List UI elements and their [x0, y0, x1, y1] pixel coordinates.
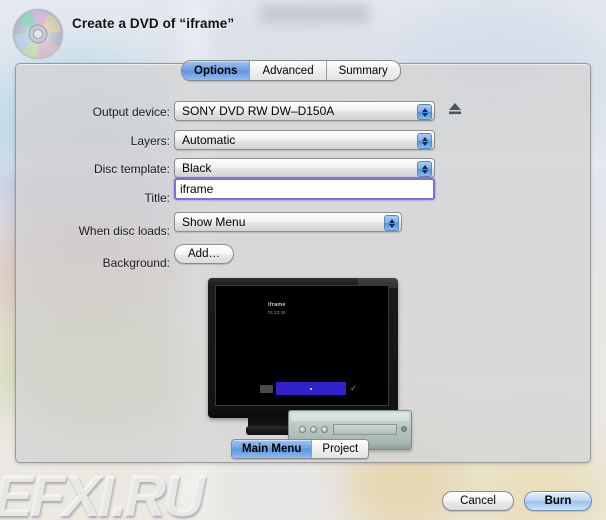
title-field[interactable] [174, 178, 435, 200]
check-icon: ✓ [350, 384, 357, 393]
output-device-label: Output device: [92, 105, 170, 119]
layers-value: Automatic [182, 133, 236, 147]
background-label: Background: [102, 256, 170, 270]
player-buttons [299, 426, 328, 433]
disc-template-label: Disc template: [93, 162, 170, 176]
preview-selected-menu-item [276, 382, 346, 395]
output-device-popup[interactable]: SONY DVD RW DW–D150A [174, 101, 435, 121]
dvd-disc-icon [12, 8, 64, 60]
sheet-footer: Cancel Burn [442, 491, 592, 511]
background-label-wrap: Background: [60, 253, 170, 273]
tv-preview: iframe 01:23:45 ✓ [208, 278, 398, 418]
burn-button[interactable]: Burn [524, 491, 592, 511]
when-disc-loads-popup[interactable]: Show Menu [174, 212, 402, 232]
layers-popup[interactable]: Automatic [174, 130, 435, 150]
cancel-button[interactable]: Cancel [442, 491, 514, 511]
page-title: Create a DVD of “iframe” [72, 16, 235, 31]
player-sensor-icon [401, 426, 407, 432]
when-disc-loads-label-wrap: When disc loads: [60, 221, 170, 241]
player-display [333, 424, 397, 435]
preview-menu-buttons: ✓ [260, 382, 358, 395]
output-device-label-wrap: Output device: [60, 102, 170, 122]
chevron-up-down-icon[interactable] [417, 104, 432, 120]
title-label: Title: [144, 191, 170, 205]
preview-menu-subtitle: 01:23:45 [268, 310, 286, 315]
tab-bar[interactable]: Options Advanced Summary [181, 60, 401, 81]
background-add-button[interactable]: Add… [174, 244, 234, 264]
player-gloss [291, 413, 409, 421]
segment-project[interactable]: Project [312, 440, 369, 458]
chevron-up-down-icon[interactable] [384, 215, 399, 231]
segment-main-menu[interactable]: Main Menu [232, 440, 313, 458]
chevron-up-down-icon[interactable] [417, 161, 432, 177]
title-label-wrap: Title: [60, 188, 170, 208]
chevron-up-down-icon[interactable] [417, 133, 432, 149]
output-device-value: SONY DVD RW DW–D150A [182, 104, 335, 118]
tv-screen[interactable]: iframe 01:23:45 ✓ [215, 285, 389, 406]
title-input[interactable] [176, 180, 433, 198]
tab-summary[interactable]: Summary [326, 61, 400, 80]
eject-icon[interactable] [448, 102, 462, 115]
disc-template-popup[interactable]: Black [174, 158, 435, 178]
disc-template-label-wrap: Disc template: [60, 159, 170, 179]
preview-thumbnail-icon [260, 384, 273, 393]
menu-preview: iframe 01:23:45 ✓ [196, 278, 412, 450]
preview-menu-title: iframe [268, 302, 286, 308]
disc-template-value: Black [182, 161, 212, 175]
tab-options[interactable]: Options [182, 61, 251, 80]
layers-label-wrap: Layers: [60, 131, 170, 151]
when-disc-loads-label: When disc loads: [78, 224, 170, 238]
preview-mode-segmented-control[interactable]: Main Menu Project [231, 439, 370, 459]
when-disc-loads-value: Show Menu [182, 215, 246, 229]
tab-advanced[interactable]: Advanced [250, 61, 327, 80]
layers-label: Layers: [130, 134, 170, 148]
sheet-header: Create a DVD of “iframe” [0, 0, 606, 63]
